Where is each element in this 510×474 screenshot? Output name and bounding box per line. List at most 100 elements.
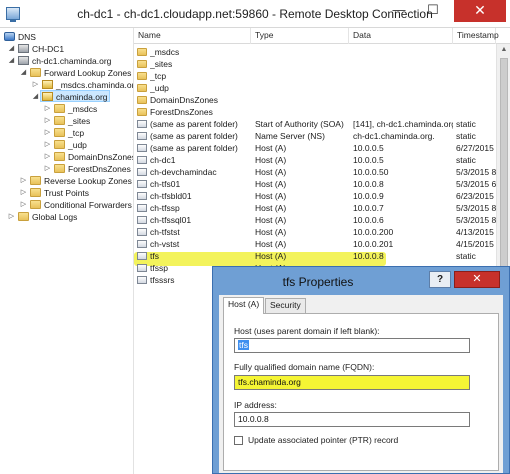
collapse-arrow-icon[interactable]: ◢ bbox=[20, 69, 27, 76]
tab-security[interactable]: Security bbox=[265, 298, 306, 313]
column-header-type[interactable]: Type bbox=[251, 28, 349, 44]
scroll-up-icon[interactable]: ▲ bbox=[499, 45, 509, 55]
column-header-name[interactable]: Name bbox=[134, 28, 251, 44]
record-data: 10.0.0.8 bbox=[353, 179, 384, 189]
record-name: ch-vstst bbox=[150, 239, 180, 249]
list-item[interactable]: tfs Host (A) 10.0.0.8 static bbox=[134, 250, 496, 262]
list-item[interactable]: _sites bbox=[134, 58, 496, 70]
list-item[interactable]: (same as parent folder) Name Server (NS) c… bbox=[134, 130, 496, 142]
dialog-close-button[interactable]: ✕ bbox=[454, 271, 500, 288]
list-item[interactable]: ForestDnsZones bbox=[134, 106, 496, 118]
record-name: ch-tfssp bbox=[150, 203, 180, 213]
minimize-button[interactable]: — bbox=[384, 0, 414, 22]
ptr-label[interactable]: Update associated pointer (PTR) record bbox=[248, 435, 398, 445]
expand-arrow-icon[interactable]: ▷ bbox=[44, 105, 51, 112]
list-item[interactable]: DomainDnsZones bbox=[134, 94, 496, 106]
record-type: Host (A) bbox=[255, 239, 287, 249]
maximize-button[interactable]: ☐ bbox=[418, 0, 448, 22]
record-type: Host (A) bbox=[255, 143, 287, 153]
record-name: DomainDnsZones bbox=[150, 95, 219, 105]
record-data: 10.0.0.7 bbox=[353, 203, 384, 213]
expand-arrow-icon[interactable]: ▷ bbox=[44, 153, 51, 160]
record-type: Host (A) bbox=[255, 191, 287, 201]
record-data: 10.0.0.201 bbox=[353, 239, 394, 249]
list-item[interactable]: ch-dc1 Host (A) 10.0.0.5 static bbox=[134, 154, 496, 166]
record-data bbox=[353, 70, 453, 82]
record-icon bbox=[137, 240, 147, 248]
record-name: _sites bbox=[150, 59, 173, 69]
record-type: Host (A) bbox=[255, 227, 287, 237]
tab-host-a[interactable]: Host (A) bbox=[223, 297, 265, 314]
list-item[interactable]: ch-tfstst Host (A) 10.0.0.200 4/13/2015 4 bbox=[134, 226, 496, 238]
record-name: ch-dc1 bbox=[150, 155, 176, 165]
list-item[interactable]: ch-tfs01 Host (A) 10.0.0.8 5/3/2015 6:0 bbox=[134, 178, 496, 190]
help-button[interactable]: ? bbox=[429, 271, 451, 288]
record-icon bbox=[137, 228, 147, 236]
dialog-title-bar: tfs Properties ? ✕ bbox=[213, 267, 509, 295]
folder-icon bbox=[54, 164, 65, 173]
record-timestamp: 4/15/2015 3 bbox=[456, 239, 496, 249]
ptr-checkbox[interactable] bbox=[234, 436, 243, 445]
record-icon bbox=[137, 156, 147, 164]
expand-arrow-icon[interactable]: ▷ bbox=[44, 141, 51, 148]
folder-icon bbox=[18, 212, 29, 221]
server-icon bbox=[18, 44, 29, 53]
folder-icon bbox=[30, 68, 41, 77]
ip-address-field[interactable]: 10.0.0.8 bbox=[234, 412, 470, 427]
list-item[interactable]: _udp bbox=[134, 82, 496, 94]
column-header-data[interactable]: Data bbox=[349, 28, 453, 44]
collapse-arrow-icon[interactable]: ◢ bbox=[8, 45, 15, 52]
list-item[interactable]: ch-vstst Host (A) 10.0.0.201 4/15/2015 3 bbox=[134, 238, 496, 250]
list-header: Name Type Data Timestamp bbox=[134, 28, 510, 44]
record-name: ch-tfssql01 bbox=[150, 215, 192, 225]
column-header-timestamp[interactable]: Timestamp bbox=[453, 28, 499, 44]
record-icon bbox=[137, 264, 147, 272]
record-data bbox=[353, 82, 453, 94]
list-item[interactable]: _msdcs bbox=[134, 46, 496, 58]
list-item[interactable]: (same as parent folder) Start of Authorit… bbox=[134, 118, 496, 130]
record-type: Host (A) bbox=[255, 203, 287, 213]
expand-arrow-icon[interactable]: ▷ bbox=[44, 117, 51, 124]
record-name: tfs bbox=[150, 251, 159, 261]
record-type bbox=[255, 82, 349, 94]
close-button[interactable]: ✕ bbox=[454, 0, 506, 22]
record-type: Host (A) bbox=[255, 215, 287, 225]
fqdn-field[interactable]: tfs.chaminda.org bbox=[234, 375, 470, 390]
list-item[interactable]: ch-tfssql01 Host (A) 10.0.0.6 5/3/2015 8:0 bbox=[134, 214, 496, 226]
expand-arrow-icon[interactable]: ▷ bbox=[20, 189, 27, 196]
record-type bbox=[255, 106, 349, 118]
scroll-thumb[interactable] bbox=[500, 58, 508, 298]
list-item[interactable]: _tcp bbox=[134, 70, 496, 82]
expand-arrow-icon[interactable]: ▷ bbox=[44, 129, 51, 136]
record-name: ch-tfsbld01 bbox=[150, 191, 192, 201]
expand-arrow-icon[interactable]: ▷ bbox=[20, 201, 27, 208]
list-item[interactable]: ch-devchamindac Host (A) 10.0.0.50 5/3/2015… bbox=[134, 166, 496, 178]
list-item[interactable]: ch-tfssp Host (A) 10.0.0.7 5/3/2015 8:0 bbox=[134, 202, 496, 214]
dns-tree[interactable]: DNS ◢ CH-DC1 ◢ ch-dc1.chaminda.org ◢ For… bbox=[0, 28, 134, 474]
tfs-properties-dialog: tfs Properties ? ✕ Host (A) Security Hos… bbox=[212, 266, 510, 474]
host-label: Host (uses parent domain if left blank): bbox=[234, 326, 380, 336]
expand-arrow-icon[interactable]: ▷ bbox=[32, 81, 39, 88]
record-timestamp: 4/13/2015 4 bbox=[456, 227, 496, 237]
expand-arrow-icon[interactable]: ▷ bbox=[44, 165, 51, 172]
expand-arrow-icon[interactable]: ▷ bbox=[20, 177, 27, 184]
collapse-arrow-icon[interactable]: ◢ bbox=[32, 93, 39, 100]
folder-icon bbox=[137, 84, 147, 92]
folder-icon bbox=[30, 176, 41, 185]
collapse-arrow-icon[interactable]: ◢ bbox=[8, 57, 15, 64]
folder-icon bbox=[137, 48, 147, 56]
expand-arrow-icon[interactable]: ▷ bbox=[8, 213, 15, 220]
list-item[interactable]: ch-tfsbld01 Host (A) 10.0.0.9 6/23/2015 2 bbox=[134, 190, 496, 202]
record-data bbox=[353, 58, 453, 70]
record-data bbox=[353, 94, 453, 106]
record-timestamp bbox=[456, 94, 496, 106]
record-data: 10.0.0.8 bbox=[353, 251, 384, 261]
list-item[interactable]: (same as parent folder) Host (A) 10.0.0.5 6… bbox=[134, 142, 496, 154]
record-data: ch-dc1.chaminda.org. bbox=[353, 131, 435, 141]
folder-icon bbox=[54, 152, 65, 161]
ip-label: IP address: bbox=[234, 400, 277, 410]
folder-icon bbox=[137, 96, 147, 104]
title-bar: ch-dc1 - ch-dc1.cloudapp.net:59860 - Rem… bbox=[0, 0, 510, 28]
host-field[interactable]: tfs bbox=[234, 338, 470, 353]
record-timestamp bbox=[456, 106, 496, 118]
